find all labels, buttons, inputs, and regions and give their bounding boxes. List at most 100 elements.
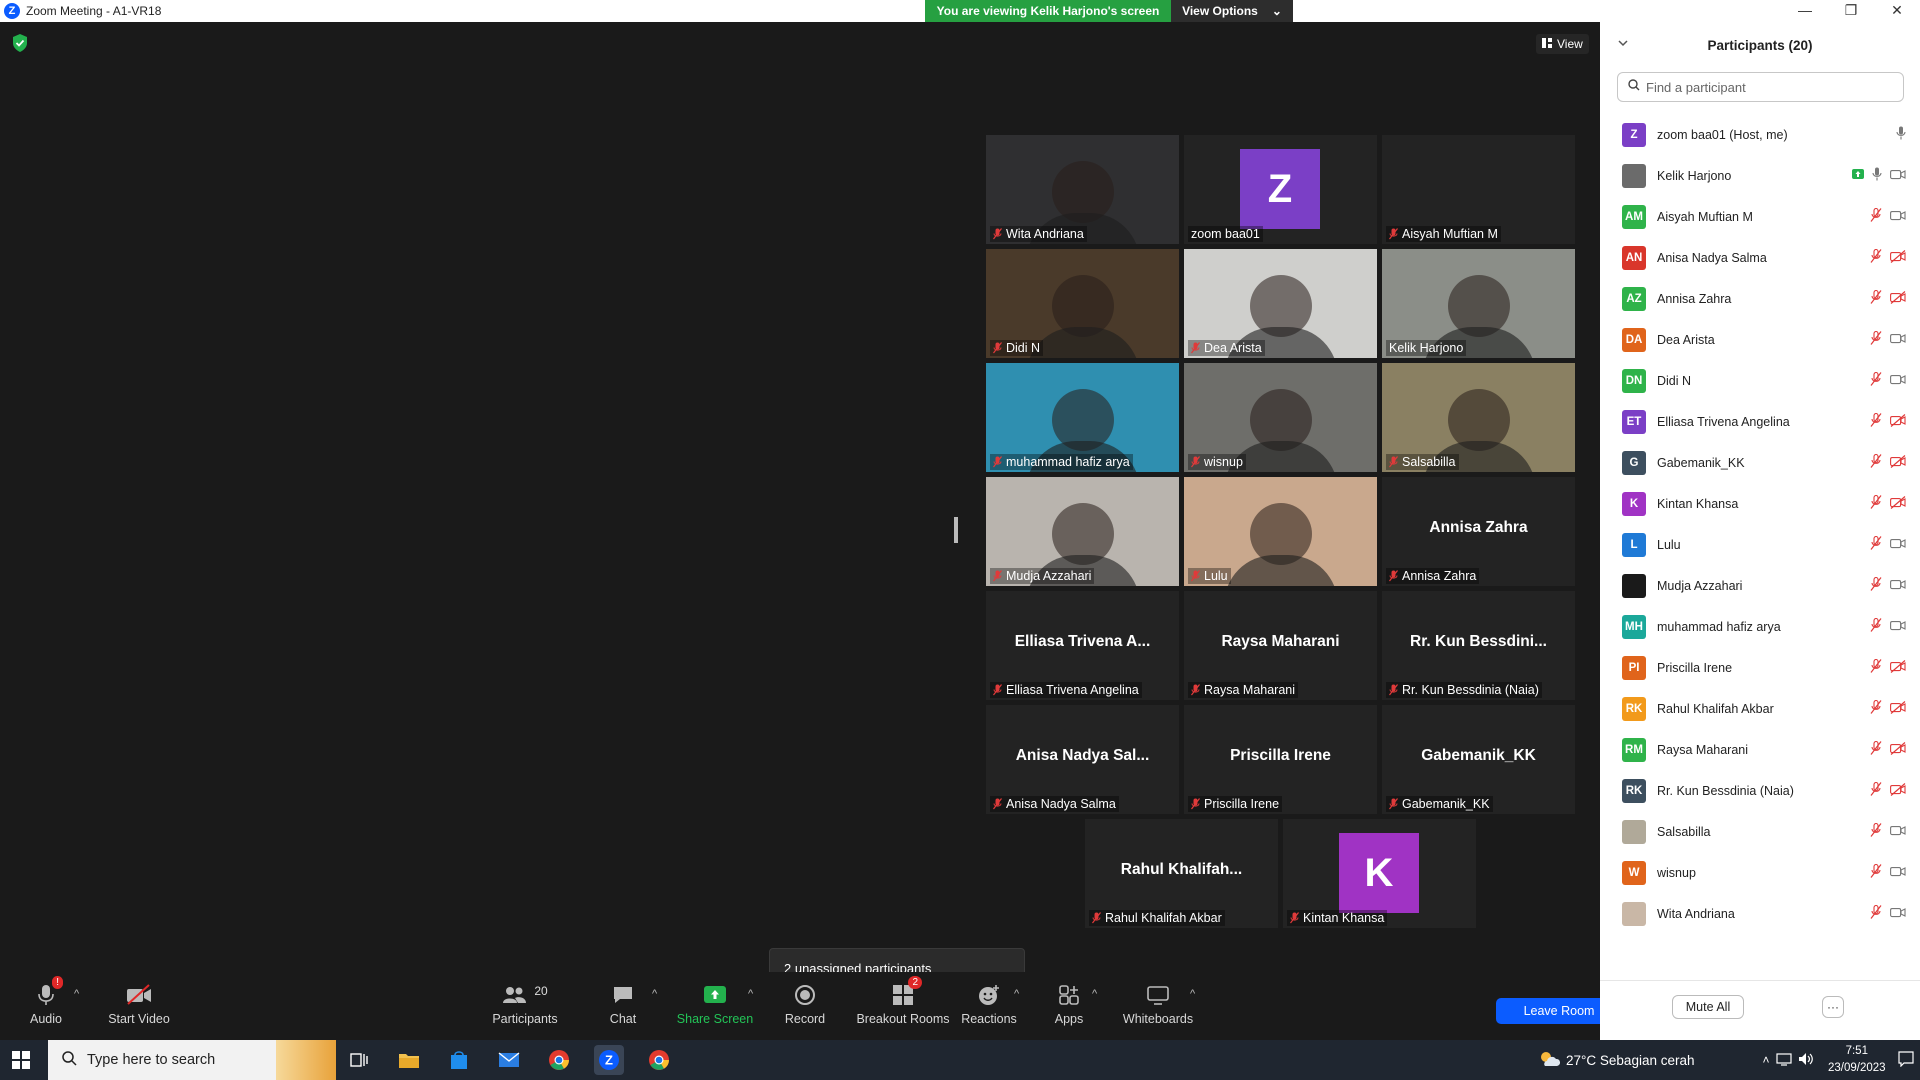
taskbar-search[interactable]: Type here to search xyxy=(48,1040,336,1080)
chevron-up-icon[interactable]: ˄ xyxy=(1763,1053,1770,1067)
weather-icon[interactable] xyxy=(1538,1050,1561,1071)
reactions-button[interactable]: Reactions xyxy=(944,982,1034,1026)
mic-muted-icon[interactable] xyxy=(1870,577,1882,591)
record-button[interactable]: Record xyxy=(760,982,850,1026)
video-tile[interactable]: Raysa Maharani Raysa Maharani xyxy=(1184,591,1377,700)
video-tile[interactable]: wisnup xyxy=(1184,363,1377,472)
mic-muted-icon[interactable] xyxy=(1870,864,1882,878)
video-off-icon[interactable] xyxy=(1890,495,1906,509)
task-view-icon[interactable] xyxy=(344,1045,374,1075)
share-screen-button[interactable]: Share Screen xyxy=(670,982,760,1026)
chat-options-caret[interactable]: ^ xyxy=(652,988,657,1000)
participant-row[interactable]: AZ Annisa Zahra xyxy=(1600,278,1920,319)
video-camera-icon[interactable] xyxy=(1890,210,1906,221)
participant-row[interactable]: L Lulu xyxy=(1600,524,1920,565)
start-video-button[interactable]: Start Video xyxy=(94,982,184,1026)
video-camera-icon[interactable] xyxy=(1890,374,1906,385)
video-tile[interactable]: Gabemanik_KK Gabemanik_KK xyxy=(1382,705,1575,814)
video-tile[interactable]: Annisa Zahra Annisa Zahra xyxy=(1382,477,1575,586)
video-off-icon[interactable] xyxy=(1890,249,1906,263)
participant-row[interactable]: DA Dea Arista xyxy=(1600,319,1920,360)
windows-start-icon[interactable] xyxy=(12,1051,30,1074)
close-button[interactable]: ✕ xyxy=(1874,0,1920,22)
video-tile[interactable]: Priscilla Irene Priscilla Irene xyxy=(1184,705,1377,814)
participant-row[interactable]: PI Priscilla Irene xyxy=(1600,647,1920,688)
participant-row[interactable]: AN Anisa Nadya Salma xyxy=(1600,237,1920,278)
participant-row[interactable]: Wwisnup xyxy=(1600,852,1920,893)
notifications-icon[interactable] xyxy=(1898,1051,1914,1072)
video-off-icon[interactable] xyxy=(1890,782,1906,796)
participant-row[interactable]: RK Rr. Kun Bessdinia (Naia) xyxy=(1600,770,1920,811)
chrome-icon[interactable] xyxy=(544,1045,574,1075)
network-icon[interactable] xyxy=(1775,1052,1792,1069)
mic-muted-icon[interactable] xyxy=(1870,905,1882,919)
participant-row[interactable]: ET Elliasa Trivena Angelina xyxy=(1600,401,1920,442)
video-off-icon[interactable] xyxy=(1890,659,1906,673)
mic-muted-icon[interactable] xyxy=(1870,372,1882,386)
whiteboards-options-caret[interactable]: ^ xyxy=(1190,988,1195,1000)
participant-row[interactable]: Salsabilla xyxy=(1600,811,1920,852)
video-tile[interactable]: Rahul Khalifah... Rahul Khalifah Akbar xyxy=(1085,819,1278,928)
video-tile[interactable]: Didi N xyxy=(986,249,1179,358)
zoom-taskbar-icon[interactable]: Z xyxy=(594,1045,624,1075)
video-camera-icon[interactable] xyxy=(1890,907,1906,918)
mic-muted-icon[interactable] xyxy=(1870,331,1882,345)
participant-row[interactable]: Zzoom baa01 (Host, me) xyxy=(1600,114,1920,155)
participant-row[interactable]: K Kintan Khansa xyxy=(1600,483,1920,524)
participant-row[interactable]: RM Raysa Maharani xyxy=(1600,729,1920,770)
mic-muted-icon[interactable] xyxy=(1870,782,1882,796)
participants-button[interactable]: 20 Participants xyxy=(480,982,570,1026)
video-tile[interactable]: Mudja Azzahari xyxy=(986,477,1179,586)
view-options-button[interactable]: View Options ⌄ xyxy=(1171,0,1293,22)
weather-text[interactable]: 27°C Sebagian cerah xyxy=(1566,1053,1695,1068)
mic-muted-icon[interactable] xyxy=(1870,249,1882,263)
mic-muted-icon[interactable] xyxy=(1870,741,1882,755)
restore-button[interactable]: ❐ xyxy=(1828,0,1874,22)
participant-search-input[interactable] xyxy=(1646,79,1886,95)
microphone-icon[interactable] xyxy=(1872,167,1882,181)
mic-muted-icon[interactable] xyxy=(1870,823,1882,837)
participant-row[interactable]: AM Aisyah Muftian M xyxy=(1600,196,1920,237)
video-tile[interactable]: Salsabilla xyxy=(1382,363,1575,472)
video-camera-icon[interactable] xyxy=(1890,620,1906,631)
mic-muted-icon[interactable] xyxy=(1870,454,1882,468)
video-tile[interactable]: Kelik Harjono xyxy=(1382,249,1575,358)
mic-muted-icon[interactable] xyxy=(1870,536,1882,550)
taskbar-clock[interactable]: 7:51 23/09/2023 xyxy=(1828,1043,1886,1077)
video-camera-icon[interactable] xyxy=(1890,825,1906,836)
video-tile[interactable]: Dea Arista xyxy=(1184,249,1377,358)
mic-muted-icon[interactable] xyxy=(1870,659,1882,673)
video-tile[interactable]: Rr. Kun Bessdini... Rr. Kun Bessdinia (Na… xyxy=(1382,591,1575,700)
microphone-icon[interactable] xyxy=(1896,126,1906,140)
mic-muted-icon[interactable] xyxy=(1870,208,1882,222)
mic-muted-icon[interactable] xyxy=(1870,618,1882,632)
video-tile[interactable]: Lulu xyxy=(1184,477,1377,586)
mic-muted-icon[interactable] xyxy=(1870,413,1882,427)
participant-row[interactable]: RK Rahul Khalifah Akbar xyxy=(1600,688,1920,729)
apps-button[interactable]: Apps xyxy=(1024,982,1114,1026)
minimize-button[interactable]: — xyxy=(1782,0,1828,22)
mic-muted-icon[interactable] xyxy=(1870,290,1882,304)
audio-options-caret[interactable]: ^ xyxy=(74,988,79,1000)
video-tile[interactable]: Aisyah Muftian M xyxy=(1382,135,1575,244)
volume-icon[interactable] xyxy=(1798,1052,1814,1069)
view-button[interactable]: View xyxy=(1536,34,1589,54)
mail-icon[interactable] xyxy=(494,1045,524,1075)
reactions-options-caret[interactable]: ^ xyxy=(1014,988,1019,1000)
participant-row[interactable]: MH muhammad hafiz arya xyxy=(1600,606,1920,647)
breakout-rooms-button[interactable]: 2 Breakout Rooms xyxy=(848,976,958,1026)
video-tile[interactable]: muhammad hafiz arya xyxy=(986,363,1179,472)
video-tile[interactable]: Zzoom baa01 xyxy=(1184,135,1377,244)
video-camera-icon[interactable] xyxy=(1890,866,1906,877)
video-off-icon[interactable] xyxy=(1890,413,1906,427)
video-tile[interactable]: Wita Andriana xyxy=(986,135,1179,244)
participant-row[interactable]: Kelik Harjono xyxy=(1600,155,1920,196)
chrome-profile-icon[interactable] xyxy=(644,1045,674,1075)
participant-row[interactable]: DN Didi N xyxy=(1600,360,1920,401)
more-options-button[interactable]: ··· xyxy=(1822,996,1844,1018)
video-camera-icon[interactable] xyxy=(1890,538,1906,549)
video-off-icon[interactable] xyxy=(1890,741,1906,755)
mic-muted-icon[interactable] xyxy=(1870,700,1882,714)
participant-search[interactable] xyxy=(1617,72,1904,102)
mic-muted-icon[interactable] xyxy=(1870,495,1882,509)
